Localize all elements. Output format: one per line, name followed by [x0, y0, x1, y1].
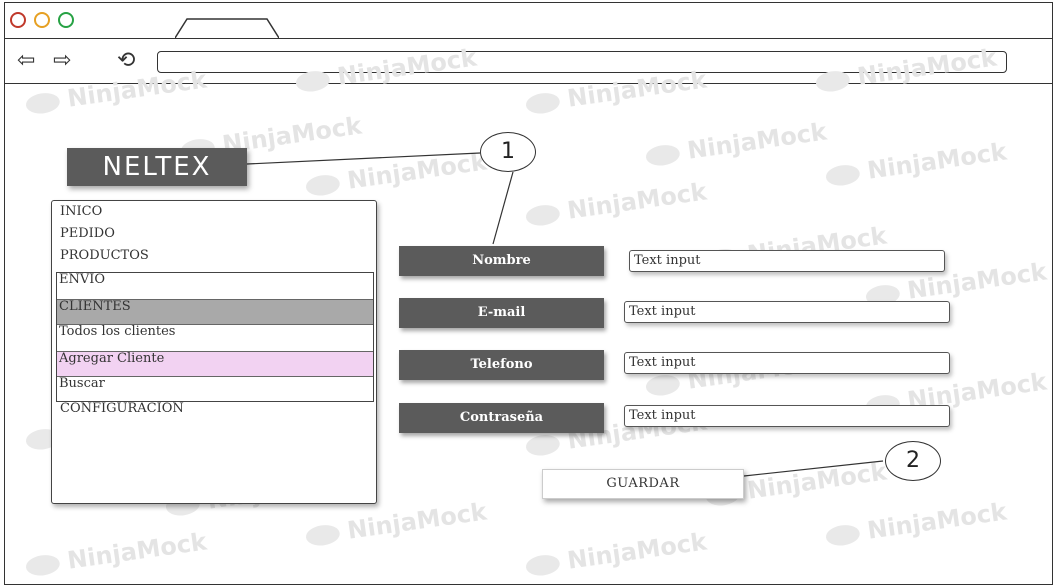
address-bar[interactable] [157, 51, 1007, 73]
page-content: NinjaMock NinjaMock NinjaMock NinjaMock … [5, 43, 1052, 584]
field-label-telefono: Telefono [399, 350, 604, 380]
menu-item-buscar[interactable]: Buscar [57, 377, 373, 403]
field-label-contrasena: Contraseña [399, 403, 604, 433]
field-label-email: E-mail [399, 298, 604, 328]
nombre-input[interactable]: Text input [629, 250, 945, 272]
forward-arrow-icon[interactable]: ⇨ [53, 49, 71, 73]
guardar-button[interactable]: GUARDAR [542, 469, 744, 499]
close-window-button[interactable] [10, 12, 26, 28]
menu-item-envio[interactable]: ENVIO [57, 273, 373, 299]
menu-item-productos[interactable]: PRODUCTOS [60, 248, 149, 263]
maximize-window-button[interactable] [58, 12, 74, 28]
title-bar [5, 3, 1052, 39]
app-logo: NELTEX [67, 148, 247, 186]
menu-item-configuracion[interactable]: CONFIGURACION [60, 401, 184, 416]
menu-item-pedido[interactable]: PEDIDO [60, 226, 115, 241]
telefono-input[interactable]: Text input [624, 352, 950, 374]
tab-shape [175, 18, 279, 39]
email-input[interactable]: Text input [624, 301, 950, 323]
side-menu: INICO PEDIDO PRODUCTOS ENVIO CLIENTES To… [51, 200, 377, 504]
reload-icon[interactable]: ⟲ [117, 49, 135, 73]
menu-item-todos-los-clientes[interactable]: Todos los clientes [57, 325, 373, 351]
contrasena-input[interactable]: Text input [624, 405, 950, 427]
field-label-nombre: Nombre [399, 246, 604, 276]
back-arrow-icon[interactable]: ⇦ [17, 49, 35, 73]
annotation-callout-2: 2 [885, 441, 941, 481]
browser-window: ⇦ ⇨ ⟲ NinjaMock NinjaMock NinjaMock Ninj… [4, 2, 1053, 585]
minimize-window-button[interactable] [34, 12, 50, 28]
annotation-callout-1: 1 [480, 132, 536, 172]
menu-item-inicio[interactable]: INICO [60, 204, 102, 219]
menu-item-clientes[interactable]: CLIENTES [57, 299, 373, 325]
navigation-bar: ⇦ ⇨ ⟲ [5, 39, 1052, 84]
menu-item-agregar-cliente[interactable]: Agregar Cliente [57, 351, 373, 377]
browser-tab[interactable] [175, 18, 279, 39]
submenu: ENVIO CLIENTES Todos los clientes Agrega… [56, 272, 374, 402]
